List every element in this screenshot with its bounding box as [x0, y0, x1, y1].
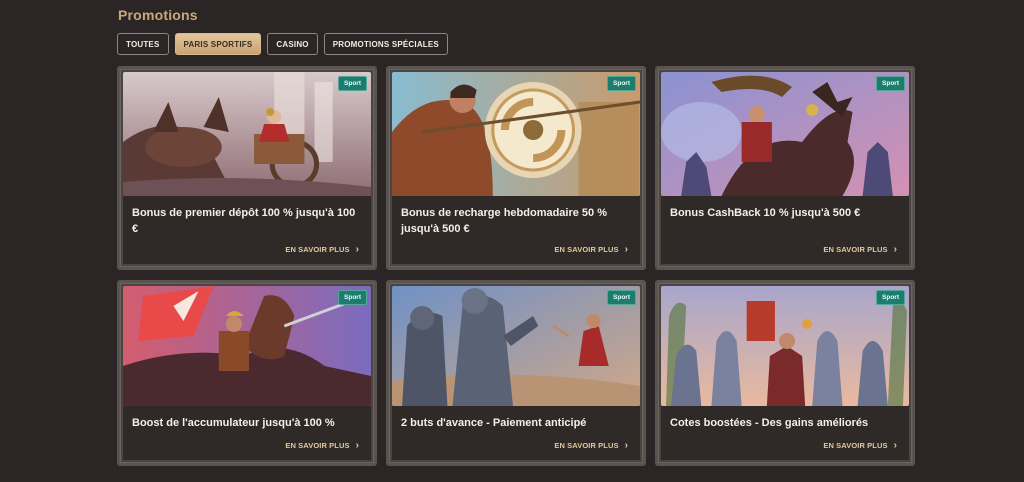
promo-card-accumulator-boost[interactable]: Sport Boost de l'accumulateur jusqu'à 10… [117, 280, 377, 466]
learn-more-label: EN SAVOIR PLUS [285, 441, 350, 450]
learn-more-link[interactable]: EN SAVOIR PLUS › [285, 243, 359, 255]
sport-badge: Sport [876, 290, 905, 305]
sport-badge: Sport [338, 290, 367, 305]
promo-card-boosted-odds[interactable]: Sport Cotes boostées - Des gains amélior… [655, 280, 915, 466]
chevron-right-icon: › [355, 243, 359, 255]
promo-title: Boost de l'accumulateur jusqu'à 100 % [132, 417, 335, 429]
learn-more-link[interactable]: EN SAVOIR PLUS › [554, 243, 628, 255]
promo-title: Bonus de recharge hebdomadaire 50 % jusq… [401, 207, 608, 235]
chevron-right-icon: › [893, 243, 897, 255]
chevron-right-icon: › [355, 439, 359, 451]
learn-more-link[interactable]: EN SAVOIR PLUS › [554, 439, 628, 451]
promotions-grid: Sport Bonus de premier dépôt 100 % jusqu… [117, 66, 917, 466]
filter-casino[interactable]: CASINO [267, 33, 318, 55]
learn-more-label: EN SAVOIR PLUS [554, 441, 619, 450]
promo-title: Bonus de premier dépôt 100 % jusqu'à 100… [132, 207, 356, 235]
sport-badge: Sport [338, 76, 367, 91]
learn-more-label: EN SAVOIR PLUS [285, 245, 350, 254]
promo-card-weekly-reload[interactable]: Sport Bonus de recharge hebdomadaire 50 … [386, 66, 646, 270]
promo-image-horseman: Sport [661, 72, 909, 196]
learn-more-label: EN SAVOIR PLUS [823, 245, 888, 254]
promo-card-cashback[interactable]: Sport Bonus CashBack 10 % jusqu'à 500 € … [655, 66, 915, 270]
sport-badge: Sport [607, 290, 636, 305]
chevron-right-icon: › [624, 439, 628, 451]
promo-image-horses: Sport [661, 286, 909, 406]
promo-card-two-goals-ahead[interactable]: Sport 2 buts d'avance - Paiement anticip… [386, 280, 646, 466]
chevron-right-icon: › [624, 243, 628, 255]
promo-title: Bonus CashBack 10 % jusqu'à 500 € [670, 207, 861, 219]
sport-badge: Sport [876, 76, 905, 91]
promo-card-first-deposit[interactable]: Sport Bonus de premier dépôt 100 % jusqu… [117, 66, 377, 270]
page-title: Promotions [118, 7, 198, 23]
chevron-right-icon: › [893, 439, 897, 451]
learn-more-link[interactable]: EN SAVOIR PLUS › [823, 243, 897, 255]
filter-special-promotions[interactable]: PROMOTIONS SPÉCIALES [323, 33, 448, 55]
promo-image-knights: Sport [392, 286, 640, 406]
promo-image-cavalry: Sport [123, 286, 371, 406]
learn-more-link[interactable]: EN SAVOIR PLUS › [285, 439, 359, 451]
promo-title: Cotes boostées - Des gains améliorés [670, 417, 869, 429]
promotion-filters: TOUTES PARIS SPORTIFS CASINO PROMOTIONS … [117, 33, 448, 55]
learn-more-label: EN SAVOIR PLUS [823, 441, 888, 450]
filter-sports-betting[interactable]: PARIS SPORTIFS [174, 33, 262, 55]
learn-more-label: EN SAVOIR PLUS [554, 245, 619, 254]
promo-image-chariot: Sport [123, 72, 371, 196]
learn-more-link[interactable]: EN SAVOIR PLUS › [823, 439, 897, 451]
promo-image-gladiator: Sport [392, 72, 640, 196]
filter-all[interactable]: TOUTES [117, 33, 169, 55]
sport-badge: Sport [607, 76, 636, 91]
promo-title: 2 buts d'avance - Paiement anticipé [401, 417, 587, 429]
